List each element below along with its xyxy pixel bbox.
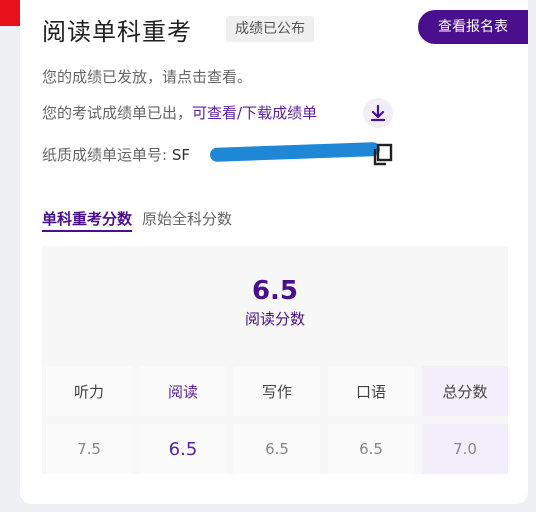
report-available-text: 您的考试成绩单已出，可查看/下载成绩单 [42,102,317,123]
copy-icon[interactable] [372,143,394,167]
score-tabs: 单科重考分数 原始全科分数 [42,208,232,232]
tab-original-score[interactable]: 原始全科分数 [142,210,232,228]
exam-result-card: 阅读单科重考 成绩已公布 查看报名表 您的成绩已发放，请点击查看。 您的考试成绩… [20,0,528,504]
header-listening: 听力 [46,366,132,416]
download-icon[interactable] [363,98,393,128]
tracking-number-partial: SF [171,146,190,164]
result-released-text: 您的成绩已发放，请点击查看。 [42,68,253,86]
reading-score-value: 6.5 [251,276,299,306]
value-reading: 6.5 [140,424,226,474]
header-writing: 写作 [234,366,320,416]
score-panel: 6.5 阅读分数 听力 阅读 写作 口语 总分数 7.5 6.5 6.5 6.5… [42,246,508,474]
redacted-tracking-number [209,142,381,162]
value-overall: 7.0 [422,424,508,474]
value-writing: 6.5 [234,424,320,474]
tracking-label: 纸质成绩单运单号: [42,146,172,164]
report-prefix: 您的考试成绩单已出， [42,104,193,122]
header-speaking: 口语 [328,366,414,416]
brand-corner-mark [0,0,20,26]
header-overall: 总分数 [422,366,508,416]
view-registration-button[interactable]: 查看报名表 [418,10,528,44]
view-report-link[interactable]: 可查看 [192,104,237,122]
value-listening: 7.5 [46,424,132,474]
status-badge: 成绩已公布 [226,16,314,42]
header-reading: 阅读 [140,366,226,416]
reading-score-label: 阅读分数 [244,310,305,328]
tracking-number-row: 纸质成绩单运单号: SF [42,144,190,165]
value-speaking: 6.5 [328,424,414,474]
page-title: 阅读单科重考 [42,18,192,46]
tab-retake-score[interactable]: 单科重考分数 [42,210,133,232]
score-table: 听力 阅读 写作 口语 总分数 7.5 6.5 6.5 6.5 7.0 [46,366,508,474]
download-report-link[interactable]: 下载成绩单 [242,104,317,122]
